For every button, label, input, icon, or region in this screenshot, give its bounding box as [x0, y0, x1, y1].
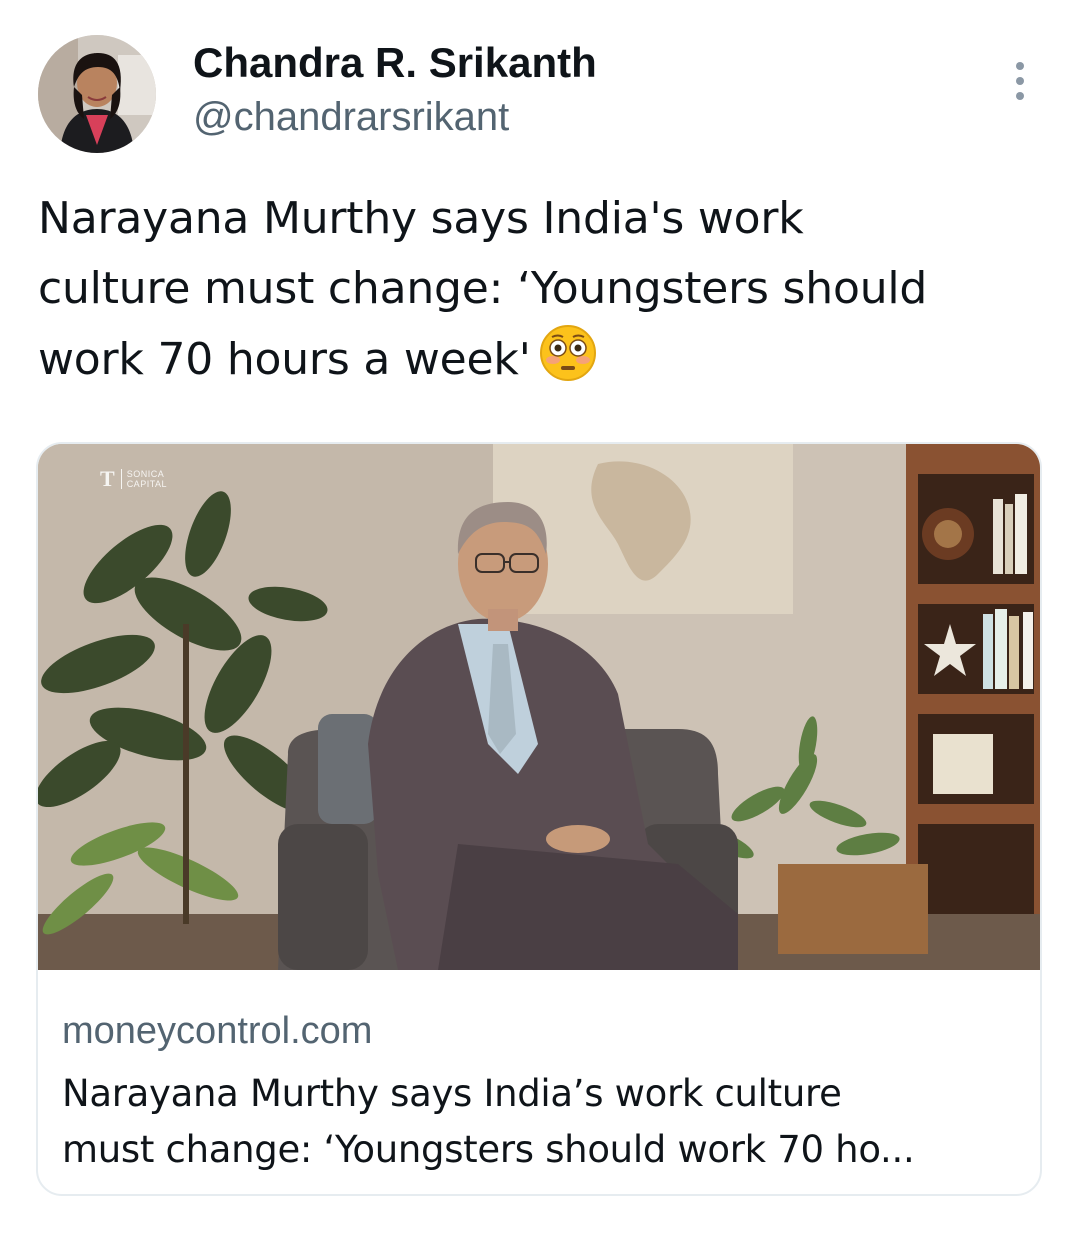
tweet[interactable]: Chandra R. Srikanth @chandrarsrikant Nar…: [0, 0, 1079, 1241]
display-name[interactable]: Chandra R. Srikanth: [193, 38, 597, 88]
video-watermark: T SONICA CAPITAL: [100, 466, 167, 492]
watermark-line2: CAPITAL: [126, 479, 168, 489]
link-card-image[interactable]: T SONICA CAPITAL: [38, 444, 1040, 970]
tweet-text-content: Narayana Murthy says India's work cultur…: [38, 193, 928, 385]
tweet-text: Narayana Murthy says India's work cultur…: [38, 184, 1058, 403]
avatar[interactable]: [38, 35, 156, 153]
link-card-domain: moneycontrol.com: [62, 1010, 373, 1052]
link-card[interactable]: T SONICA CAPITAL moneycontrol.com Naraya…: [36, 442, 1042, 1196]
more-vertical-icon-dot: [1016, 92, 1024, 100]
link-card-title: Narayana Murthy says India’s work cultur…: [62, 1072, 915, 1171]
watermark-text: SONICA CAPITAL: [120, 469, 168, 489]
more-options-button[interactable]: [1000, 56, 1040, 106]
more-vertical-icon: [1016, 62, 1024, 70]
more-vertical-icon-dot: [1016, 77, 1024, 85]
user-handle[interactable]: @chandrarsrikant: [193, 93, 509, 141]
flushed-face-emoji: [539, 324, 597, 403]
watermark-line1: SONICA: [126, 469, 165, 479]
watermark-logo: T: [100, 466, 115, 491]
